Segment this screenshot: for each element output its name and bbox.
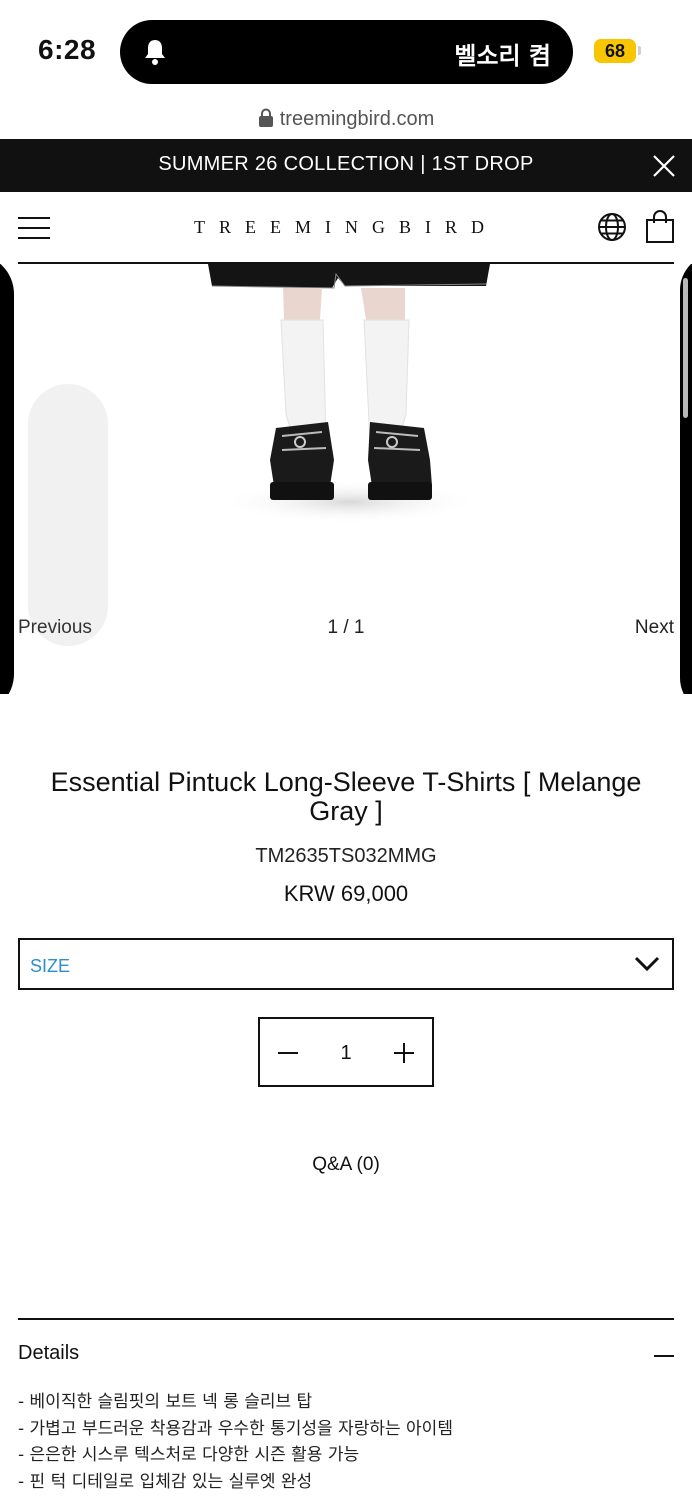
site-logo[interactable]: TREEMINGBIRD [0,217,692,238]
shopping-bag-icon[interactable] [645,210,675,244]
quantity-stepper: 1 [258,1017,434,1087]
dynamic-island: 벨소리 켬 [120,20,573,84]
qna-link[interactable]: Q&A (0) [0,1154,692,1176]
battery-tip [638,46,641,55]
address-bar[interactable]: treemingbird.com [0,108,692,131]
page-scrollbar[interactable] [683,278,688,418]
lock-icon [258,108,273,127]
scroll-indicator [28,384,108,646]
announcement-bar: SUMMER 26 COLLECTION | 1ST DROP [0,139,692,192]
details-divider [18,1318,674,1320]
globe-icon[interactable] [597,212,627,242]
size-select[interactable]: SIZE [18,938,674,990]
details-section-title[interactable]: Details [18,1342,79,1365]
bell-icon [145,40,165,65]
close-icon[interactable] [652,154,676,178]
url-text: treemingbird.com [279,108,435,130]
product-sku: TM2635TS032MMG [255,845,437,867]
gallery-pager: 1 / 1 [327,617,365,638]
status-time: 6:28 [38,34,97,65]
site-header: TREEMINGBIRD [0,192,692,264]
size-select-label: SIZE [30,956,71,976]
details-item: - 은은한 시스루 텍스처로 다양한 시즌 활용 가능 [18,1445,360,1465]
status-bar: 6:28 벨소리 켬 68 [0,0,692,100]
product-title: Essential Pintuck Long-Sleeve T-Shirts [… [50,767,642,826]
chevron-down-icon [634,956,660,972]
gallery-next-button[interactable]: Next [635,617,674,639]
details-list: - 베이직한 슬림핏의 보트 넥 롱 슬리브 탑 - 가볍고 부드러운 착용감과… [18,1389,453,1495]
battery-indicator: 68 [594,39,636,63]
details-item: - 핀 턱 디테일로 입체감 있는 실루엣 완성 [18,1471,313,1492]
product-price: KRW 69,000 [283,881,409,906]
collapse-icon[interactable] [654,1355,674,1357]
details-item: - 베이직한 슬림핏의 보트 넥 롱 슬리브 탑 [18,1392,313,1412]
ringer-status-text: 벨소리 켬 [454,42,551,70]
details-item: - 가볍고 부드러운 착용감과 우수한 통기성을 자랑하는 아이템 [18,1418,453,1439]
plus-icon[interactable] [392,1041,416,1065]
announcement-text: SUMMER 26 COLLECTION | 1ST DROP [158,153,534,175]
